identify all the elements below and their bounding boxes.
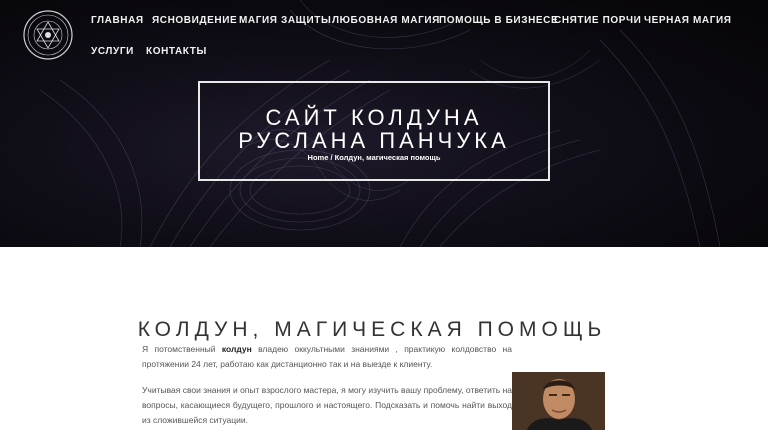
nav-item-business-help[interactable]: ПОМОЩЬ В БИЗНЕСЕ <box>439 15 558 26</box>
intro-paragraph: Я потомственный колдун владею оккультным… <box>142 342 512 372</box>
intro-text-start: Я потомственный <box>142 344 222 354</box>
site-logo-icon[interactable] <box>22 9 74 61</box>
nav-item-black-magic[interactable]: ЧЕРНАЯ МАГИЯ <box>644 15 732 26</box>
hero-banner: ГЛАВНАЯ ЯСНОВИДЕНИЕ МАГИЯ ЗАЩИТЫ ЛЮБОВНА… <box>0 0 768 247</box>
nav-item-protection-magic[interactable]: МАГИЯ ЗАЩИТЫ <box>239 15 331 26</box>
nav-item-love-magic[interactable]: ЛЮБОВНАЯ МАГИЯ <box>332 15 440 26</box>
nav-item-clairvoyance[interactable]: ЯСНОВИДЕНИЕ <box>152 15 237 26</box>
nav-item-contacts[interactable]: КОНТАКТЫ <box>146 46 207 57</box>
breadcrumb-home-link[interactable]: Home <box>308 153 329 162</box>
breadcrumb: Home / Колдун, магическая помощь <box>200 153 548 162</box>
experience-paragraph: Учитывая свои знания и опыт взрослого ма… <box>142 385 512 425</box>
hero-title-box: САЙТ КОЛДУНА РУСЛАНА ПАНЧУКА Home / Колд… <box>198 81 550 181</box>
hero-title-line2: РУСЛАНА ПАНЧУКА <box>238 128 510 153</box>
breadcrumb-current: Колдун, магическая помощь <box>334 153 441 162</box>
nav-item-services[interactable]: УСЛУГИ <box>91 46 134 57</box>
nav-item-curse-removal[interactable]: СНЯТИЕ ПОРЧИ <box>554 15 641 26</box>
intro-keyword: колдун <box>221 344 252 354</box>
page-heading: КОЛДУН, МАГИЧЕСКАЯ ПОМОЩЬ <box>137 318 607 341</box>
sorcerer-portrait-image <box>512 372 605 430</box>
nav-item-home[interactable]: ГЛАВНАЯ <box>91 15 144 26</box>
